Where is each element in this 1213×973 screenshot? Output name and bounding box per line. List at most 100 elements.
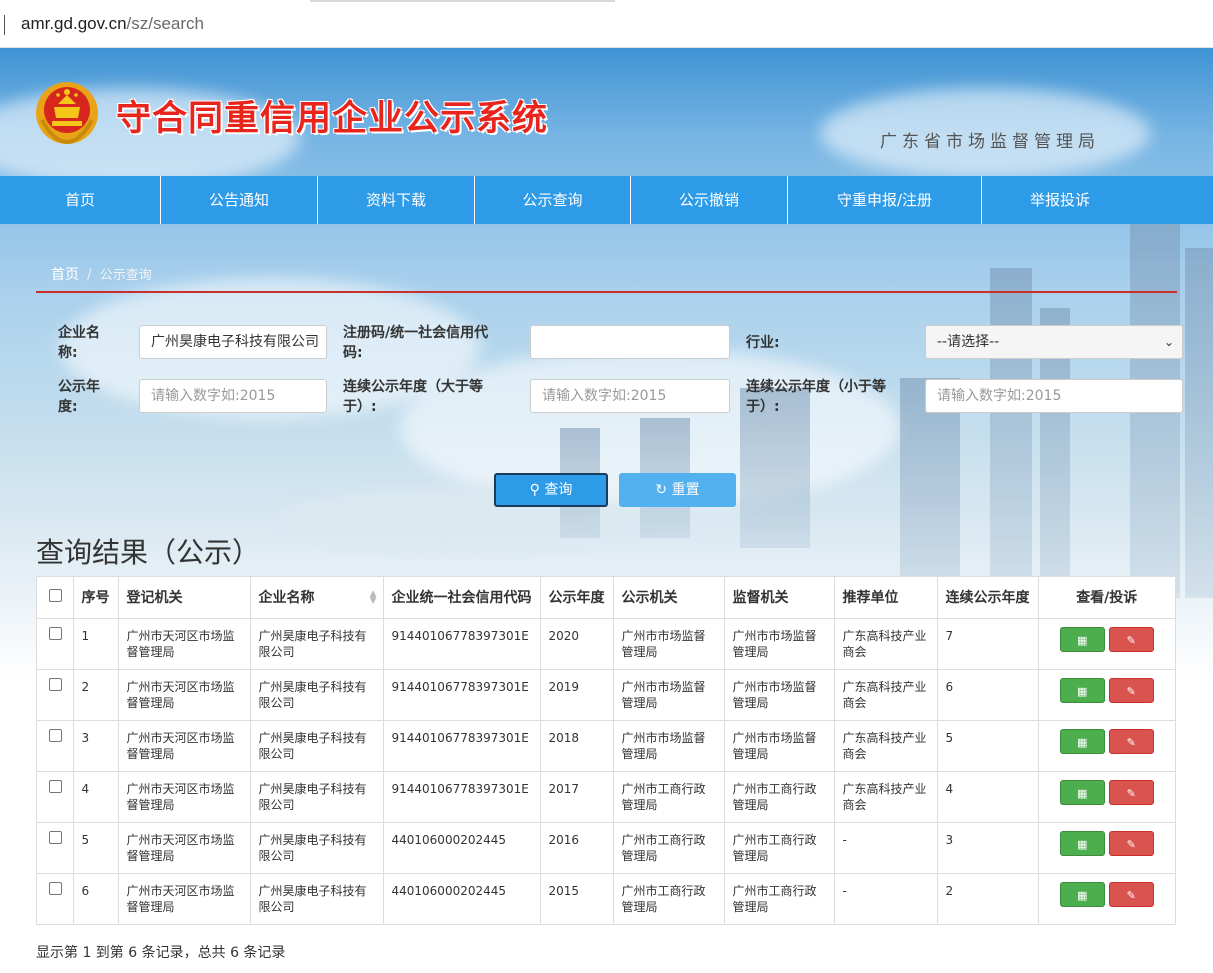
cell-reg-authority: 广州市天河区市场监督管理局 bbox=[118, 771, 251, 823]
cont-year-max-input[interactable]: 请输入数字如:2015 bbox=[925, 379, 1183, 413]
complain-button[interactable]: ✎ bbox=[1108, 626, 1154, 652]
complain-button[interactable]: ✎ bbox=[1108, 881, 1154, 907]
view-button[interactable]: ▦ bbox=[1059, 677, 1105, 703]
cell-credit-code: 440106000202445 bbox=[383, 873, 541, 924]
view-icon: ▦ bbox=[1077, 684, 1088, 698]
cell-no: 2 bbox=[73, 669, 119, 721]
complain-button[interactable]: ✎ bbox=[1108, 677, 1154, 703]
edit-icon: ✎ bbox=[1126, 786, 1136, 800]
cell-publisher: 广州市工商行政管理局 bbox=[613, 771, 725, 823]
nav-item-downloads[interactable]: 资料下载 bbox=[318, 176, 475, 224]
row-checkbox[interactable] bbox=[49, 881, 62, 895]
cell-credit-code: 91440106778397301E bbox=[383, 618, 541, 670]
view-button[interactable]: ▦ bbox=[1059, 830, 1105, 856]
view-button[interactable]: ▦ bbox=[1059, 728, 1105, 754]
reset-button[interactable]: ↻ 重置 bbox=[619, 473, 736, 507]
cell-recommender: 广东高科技产业商会 bbox=[834, 771, 938, 823]
col-header-publisher: 公示机关 bbox=[613, 577, 725, 619]
cell-supervisor: 广州市市场监督管理局 bbox=[724, 669, 835, 721]
cell-actions: ▦ ✎ bbox=[1038, 618, 1175, 670]
edit-icon: ✎ bbox=[1126, 888, 1136, 902]
edit-icon: ✎ bbox=[1126, 633, 1136, 647]
table-row: 5 广州市天河区市场监督管理局 广州昊康电子科技有限公司 44010600020244… bbox=[37, 822, 1175, 874]
search-button[interactable]: ⚲ 查询 bbox=[494, 473, 608, 507]
cell-reg-authority: 广州市天河区市场监督管理局 bbox=[118, 618, 251, 670]
text-caret bbox=[4, 15, 5, 35]
cell-year: 2016 bbox=[540, 822, 614, 874]
row-checkbox[interactable] bbox=[49, 830, 62, 844]
cell-publisher: 广州市工商行政管理局 bbox=[613, 873, 725, 924]
cell-year: 2020 bbox=[540, 618, 614, 670]
tab-indicator bbox=[310, 0, 615, 2]
breadcrumb-home[interactable]: 首页 bbox=[51, 267, 79, 283]
url-text[interactable]: amr.gd.gov.cn/sz/search bbox=[21, 14, 204, 34]
view-icon: ▦ bbox=[1077, 837, 1088, 851]
view-button[interactable]: ▦ bbox=[1059, 626, 1105, 652]
nav-item-register[interactable]: 守重申报/注册 bbox=[788, 176, 982, 224]
url-host: amr.gd.gov.cn bbox=[21, 14, 127, 33]
cell-supervisor: 广州市市场监督管理局 bbox=[724, 618, 835, 670]
pagination-info: 显示第 1 到第 6 条记录，总共 6 条记录 bbox=[36, 945, 286, 961]
col-header-actions: 查看/投诉 bbox=[1038, 577, 1175, 619]
search-icon: ⚲ bbox=[529, 482, 540, 498]
view-icon: ▦ bbox=[1077, 888, 1088, 902]
cell-credit-code: 91440106778397301E bbox=[383, 669, 541, 721]
complain-button[interactable]: ✎ bbox=[1108, 830, 1154, 856]
cell-cont-years: 6 bbox=[937, 669, 1039, 721]
complain-button[interactable]: ✎ bbox=[1108, 779, 1154, 805]
cell-company-name: 广州昊康电子科技有限公司 bbox=[250, 669, 384, 721]
nav-item-home[interactable]: 首页 bbox=[0, 176, 161, 224]
col-header-company-name[interactable]: 企业名称 ▲ ▼ bbox=[250, 577, 384, 619]
cont-year-min-input[interactable]: 请输入数字如:2015 bbox=[530, 379, 730, 413]
cell-reg-authority: 广州市天河区市场监督管理局 bbox=[118, 822, 251, 874]
cell-actions: ▦ ✎ bbox=[1038, 873, 1175, 924]
industry-select-value: --请选择-- bbox=[937, 334, 1000, 350]
row-checkbox[interactable] bbox=[49, 626, 62, 640]
main-nav: 首页 公告通知 资料下载 公示查询 公示撤销 守重申报/注册 举报投诉 bbox=[0, 176, 1213, 224]
sort-icon: ▲ ▼ bbox=[369, 589, 377, 606]
nav-item-search[interactable]: 公示查询 bbox=[475, 176, 631, 224]
breadcrumb-divider bbox=[36, 291, 1177, 293]
year-input[interactable]: 请输入数字如:2015 bbox=[139, 379, 327, 413]
reset-button-label: 重置 bbox=[671, 482, 700, 498]
cell-recommender: - bbox=[834, 873, 938, 924]
table-row: 3 广州市天河区市场监督管理局 广州昊康电子科技有限公司 91440106778397… bbox=[37, 720, 1175, 772]
url-path: /sz/search bbox=[126, 14, 205, 33]
results-title: 查询结果（公示） bbox=[36, 536, 261, 569]
cell-recommender: - bbox=[834, 822, 938, 874]
cell-publisher: 广州市工商行政管理局 bbox=[613, 822, 725, 874]
cell-company-name: 广州昊康电子科技有限公司 bbox=[250, 873, 384, 924]
credit-code-input[interactable] bbox=[530, 325, 730, 359]
edit-icon: ✎ bbox=[1126, 735, 1136, 749]
select-all-checkbox[interactable] bbox=[49, 588, 62, 602]
company-name-input[interactable]: 广州昊康电子科技有限公司 bbox=[139, 325, 327, 359]
refresh-icon: ↻ bbox=[655, 482, 668, 498]
year-label: 公示年度: bbox=[58, 379, 100, 415]
cell-year: 2018 bbox=[540, 720, 614, 772]
col-header-recommender: 推荐单位 bbox=[834, 577, 938, 619]
row-checkbox[interactable] bbox=[49, 677, 62, 691]
cell-cont-years: 3 bbox=[937, 822, 1039, 874]
cell-cont-years: 2 bbox=[937, 873, 1039, 924]
row-checkbox[interactable] bbox=[49, 728, 62, 742]
view-button[interactable]: ▦ bbox=[1059, 779, 1105, 805]
complain-button[interactable]: ✎ bbox=[1108, 728, 1154, 754]
nav-item-revoke[interactable]: 公示撤销 bbox=[631, 176, 788, 224]
view-icon: ▦ bbox=[1077, 633, 1088, 647]
industry-label: 行业: bbox=[746, 335, 780, 351]
cell-company-name: 广州昊康电子科技有限公司 bbox=[250, 720, 384, 772]
cell-cont-years: 7 bbox=[937, 618, 1039, 670]
cell-credit-code: 91440106778397301E bbox=[383, 720, 541, 772]
cell-publisher: 广州市市场监督管理局 bbox=[613, 720, 725, 772]
national-emblem-icon bbox=[36, 82, 98, 145]
browser-address-bar[interactable]: amr.gd.gov.cn/sz/search bbox=[0, 0, 1213, 48]
industry-select[interactable]: --请选择-- ⌄ bbox=[925, 325, 1183, 359]
view-button[interactable]: ▦ bbox=[1059, 881, 1105, 907]
table-header-row: 序号 登记机关 企业名称 ▲ ▼ 企业统一社会信用代码 公示年度 公示机关 监督机关… bbox=[37, 577, 1175, 619]
nav-item-report[interactable]: 举报投诉 bbox=[982, 176, 1138, 224]
row-checkbox[interactable] bbox=[49, 779, 62, 793]
nav-item-notices[interactable]: 公告通知 bbox=[161, 176, 318, 224]
view-icon: ▦ bbox=[1077, 786, 1088, 800]
cell-reg-authority: 广州市天河区市场监督管理局 bbox=[118, 720, 251, 772]
cell-credit-code: 440106000202445 bbox=[383, 822, 541, 874]
